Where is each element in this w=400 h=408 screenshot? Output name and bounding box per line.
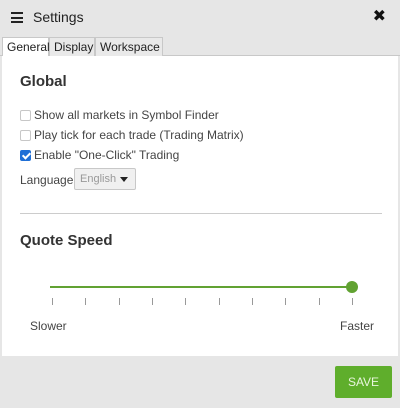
- language-select[interactable]: English: [74, 168, 136, 190]
- quote-speed-section-title: Quote Speed: [20, 232, 113, 249]
- save-button[interactable]: SAVE: [335, 366, 392, 398]
- title-bar: Settings ✖: [0, 0, 400, 36]
- slider-tick: [52, 298, 53, 305]
- option-label: Play tick for each trade (Trading Matrix…: [34, 128, 244, 142]
- option-label: Enable "One-Click" Trading: [34, 148, 180, 162]
- slider-tick: [118, 298, 120, 305]
- slider-tick: [285, 298, 287, 305]
- option-play-tick[interactable]: Play tick for each trade (Trading Matrix…: [20, 128, 244, 142]
- quote-speed-slider-handle[interactable]: [346, 281, 358, 293]
- option-one-click-trading[interactable]: Enable "One-Click" Trading: [20, 148, 179, 162]
- show-all-markets-checkbox[interactable]: [20, 109, 31, 121]
- hamburger-menu-icon[interactable]: [11, 12, 23, 23]
- quote-speed-slider-track[interactable]: [50, 286, 352, 288]
- slider-tick: [252, 298, 253, 305]
- one-click-trading-checkbox[interactable]: [20, 149, 31, 161]
- option-show-all-markets[interactable]: Show all markets in Symbol Finder: [20, 108, 219, 122]
- slider-tick: [85, 298, 87, 305]
- global-section-title: Global: [20, 73, 67, 90]
- section-divider: [20, 213, 382, 214]
- faster-label: Faster: [340, 319, 375, 333]
- language-value: English: [80, 173, 117, 185]
- caret-down-icon: [120, 177, 128, 182]
- slider-tick: [218, 298, 220, 305]
- slower-label: Slower: [30, 319, 67, 333]
- window-title: Settings: [33, 9, 84, 25]
- slider-tick: [185, 298, 187, 305]
- slider-tick: [318, 298, 320, 305]
- settings-window: Settings ✖ General Display Workspace Glo…: [0, 0, 400, 408]
- slider-tick: [152, 298, 153, 305]
- option-label: Show all markets in Symbol Finder: [34, 108, 219, 122]
- tab-workspace[interactable]: Workspace: [95, 37, 163, 57]
- tab-general[interactable]: General: [2, 37, 50, 57]
- slider-tick: [352, 298, 353, 305]
- language-label: Language: [20, 173, 74, 187]
- tab-display[interactable]: Display: [49, 37, 95, 57]
- tab-bar: General Display Workspace: [0, 36, 400, 57]
- general-panel: Global Show all markets in Symbol Finder…: [2, 56, 398, 356]
- close-icon[interactable]: ✖: [373, 7, 386, 27]
- play-tick-checkbox[interactable]: [20, 129, 31, 141]
